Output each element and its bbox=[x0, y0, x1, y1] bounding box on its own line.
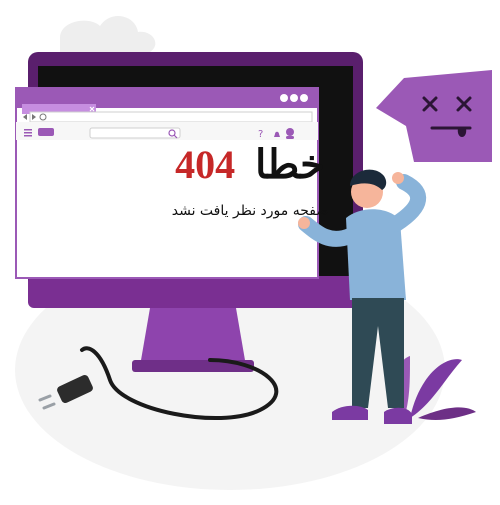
window-dot-3 bbox=[300, 94, 308, 102]
cloud-shape bbox=[60, 15, 156, 52]
character-arm-right bbox=[388, 174, 427, 232]
speech-bubble-shape bbox=[376, 70, 492, 162]
character-hand-right bbox=[392, 172, 404, 184]
question-icon[interactable]: ? bbox=[258, 129, 263, 140]
search-bar[interactable] bbox=[89, 127, 181, 139]
error-404-illustration: ? خطا 404 صفحه مورد نظر یافت نشد bbox=[0, 0, 500, 500]
character-shoe-right bbox=[384, 407, 412, 424]
browser-window: ? bbox=[15, 87, 319, 279]
speech-bubble bbox=[376, 70, 492, 162]
toolbar-pill[interactable] bbox=[38, 128, 54, 136]
window-dot-2 bbox=[290, 94, 298, 102]
monitor-bottom-rim bbox=[28, 276, 363, 308]
monitor-stand bbox=[140, 308, 246, 366]
menu-icon[interactable] bbox=[24, 129, 32, 137]
window-dot-1 bbox=[280, 94, 288, 102]
address-bar[interactable] bbox=[29, 111, 313, 123]
character-hand-left bbox=[298, 217, 310, 229]
svg-text:?: ? bbox=[258, 129, 263, 140]
illustration-svg: ? bbox=[15, 15, 492, 490]
user-icon[interactable] bbox=[286, 128, 294, 139]
